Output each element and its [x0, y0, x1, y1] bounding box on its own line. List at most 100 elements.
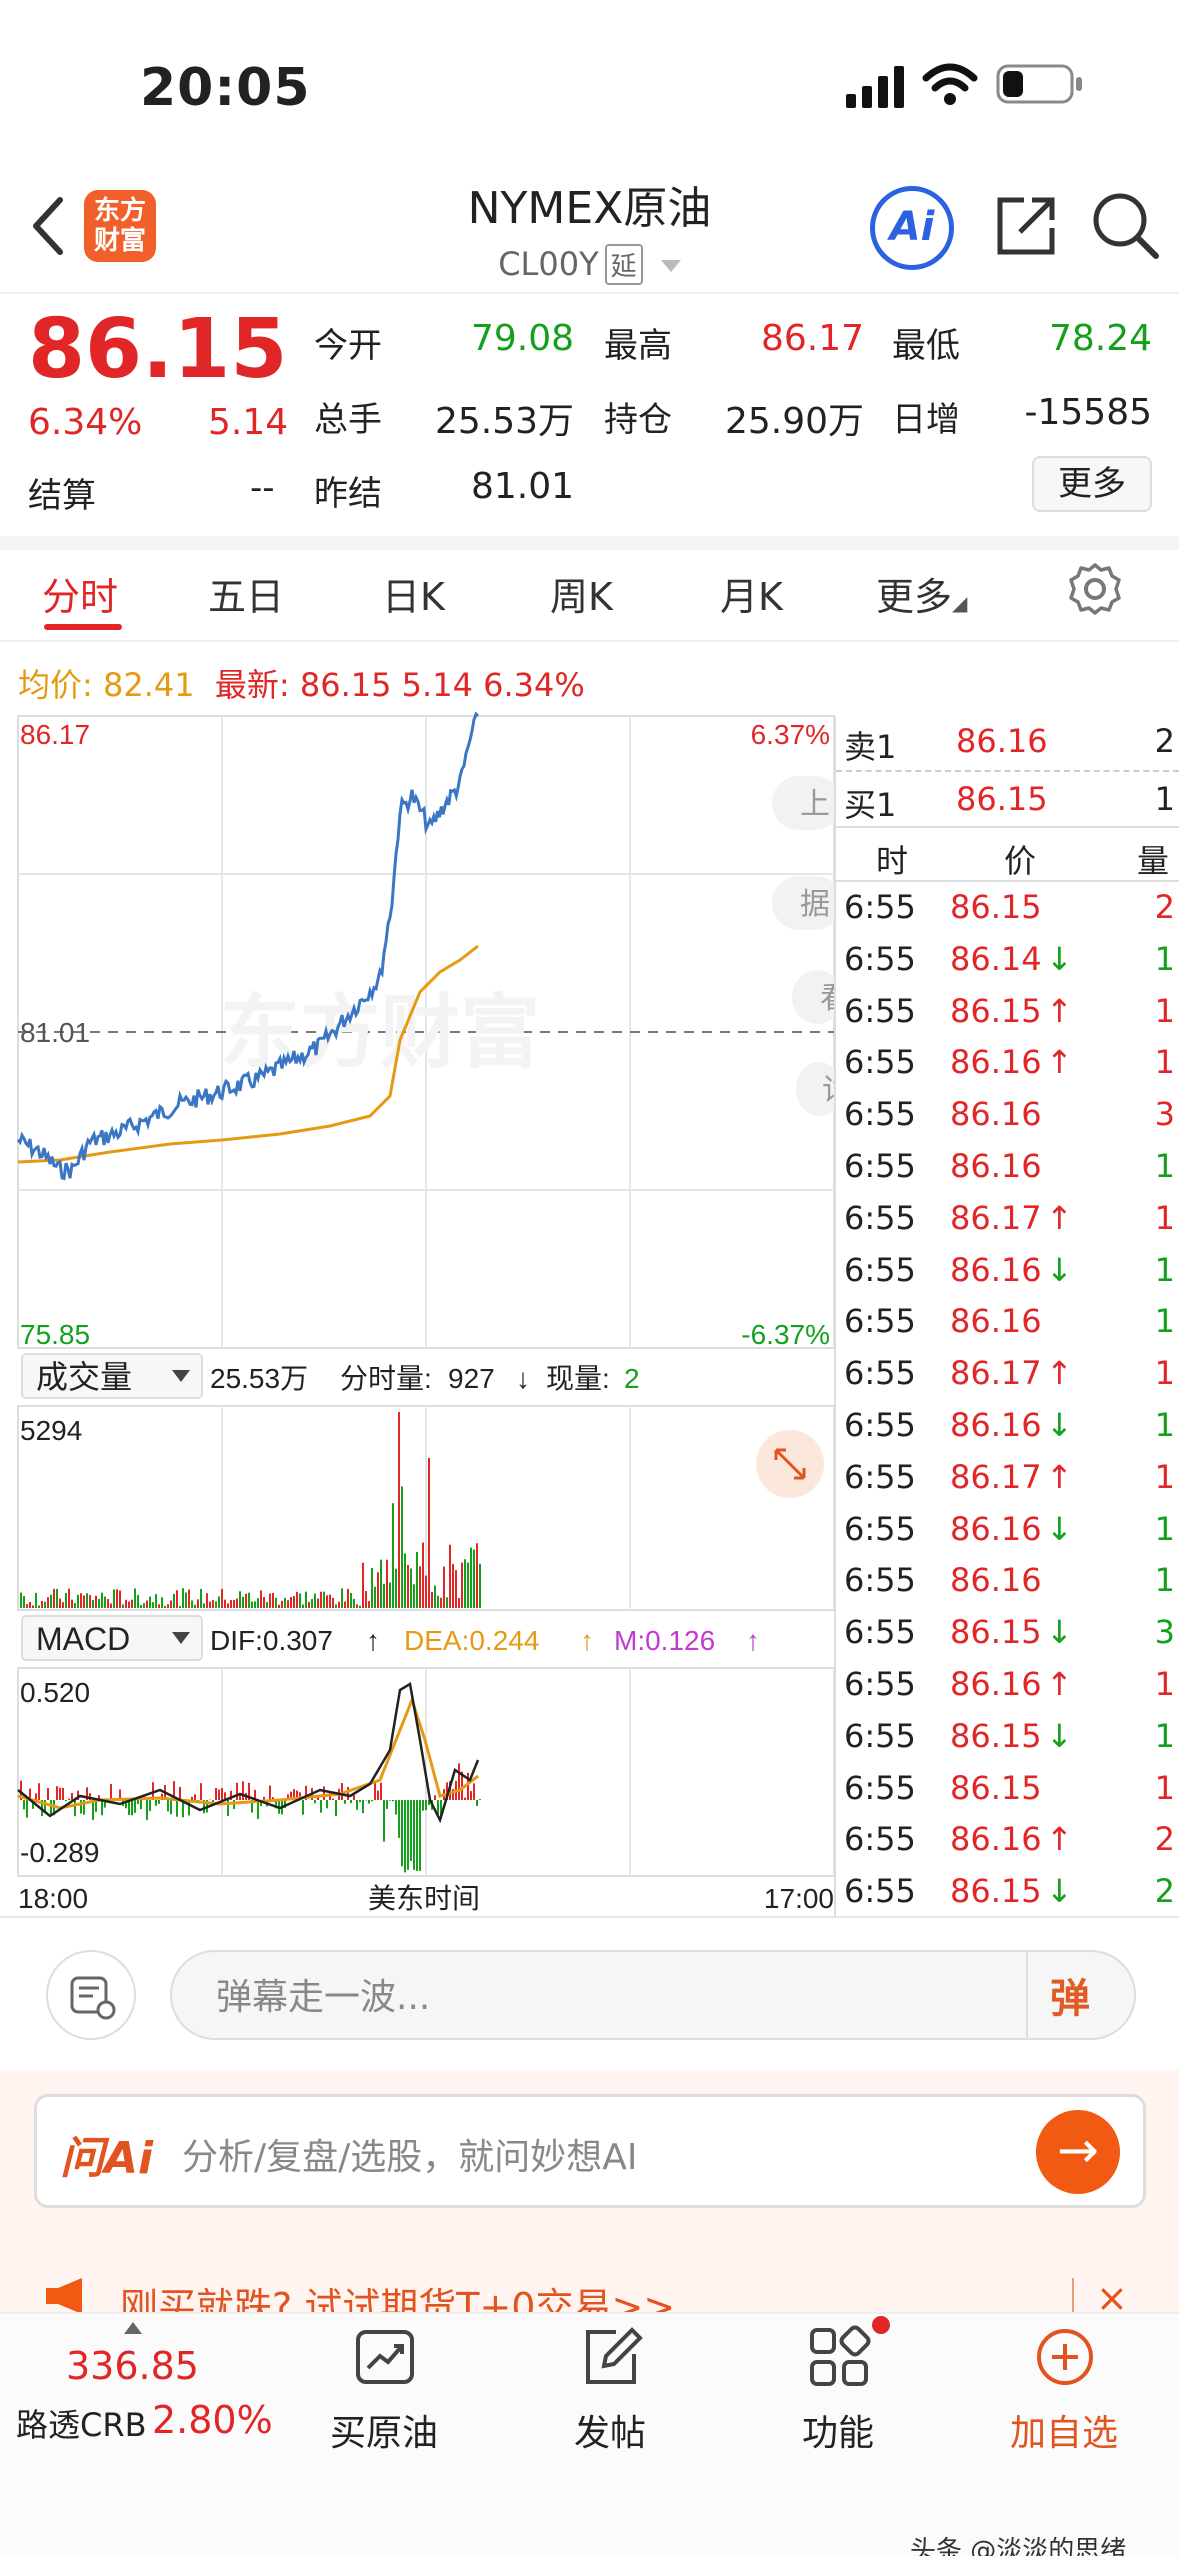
tab-weekly-k[interactable]: 周K	[550, 566, 613, 621]
volume-bar	[203, 1603, 205, 1608]
macd-bar	[215, 1787, 217, 1800]
trade-qty: 1	[1154, 1561, 1175, 1600]
macd-bar	[74, 1800, 76, 1817]
macd-bar	[353, 1795, 355, 1800]
volume-bar	[209, 1601, 211, 1608]
volume-bar	[398, 1412, 400, 1608]
trade-qty: 2	[1154, 1820, 1175, 1859]
macd-bar	[221, 1788, 223, 1800]
nav-functions[interactable]: 功能	[748, 2404, 928, 2456]
danmu-toggle[interactable]	[46, 1950, 136, 2040]
trade-time: 6:55	[844, 991, 916, 1030]
crb-index-value[interactable]: 336.85	[66, 2344, 199, 2388]
delayed-tag: 延	[604, 244, 643, 285]
tab-five-day[interactable]: 五日	[208, 566, 284, 621]
pct-axis-min: -6.37%	[741, 1319, 830, 1350]
volume-bar	[128, 1601, 130, 1608]
macd-bar	[416, 1800, 418, 1871]
grid-apps-icon	[810, 2325, 871, 2386]
volume-bar	[200, 1588, 202, 1608]
macd-bar	[392, 1800, 394, 1802]
time-axis-end: 17:00	[764, 1883, 834, 1914]
arrow-up-icon: ↑	[1046, 1198, 1073, 1237]
trade-qty: 1	[1154, 1198, 1175, 1237]
volume-bar	[371, 1568, 373, 1608]
more-quote-button[interactable]: 更多	[1032, 456, 1152, 512]
book-divider	[836, 826, 1179, 828]
search-icon[interactable]	[1090, 190, 1162, 262]
add-circle-icon	[1037, 2329, 1093, 2385]
avg-value: 82.41	[102, 666, 195, 704]
macd-bar	[404, 1800, 406, 1873]
ai-ask-placeholder: 分析/复盘/选股，就问妙想AI	[182, 2137, 638, 2178]
share-icon[interactable]	[990, 190, 1062, 262]
volume-bar	[443, 1566, 445, 1608]
trade-time: 6:55	[844, 939, 916, 978]
bid-label: 买1	[844, 786, 897, 824]
macd-bar	[35, 1793, 37, 1800]
megaphone-icon	[46, 2278, 82, 2314]
low-label: 最低	[892, 326, 960, 366]
volume-bar	[407, 1565, 409, 1608]
danmu-divider	[1026, 1952, 1028, 2038]
volume-bar	[344, 1601, 346, 1608]
buy-chart-icon	[356, 2330, 414, 2384]
volume-bar	[374, 1586, 376, 1608]
volume-bar	[254, 1601, 256, 1608]
volume-bar	[473, 1549, 475, 1608]
source-watermark: 头条 @淡淡的思绪	[910, 2536, 1127, 2556]
tab-intraday[interactable]: 分时	[42, 566, 118, 621]
tab-monthly-k[interactable]: 月K	[720, 566, 783, 621]
macd-bar	[434, 1795, 436, 1800]
volume-bars	[20, 1412, 481, 1608]
gear-icon[interactable]	[1068, 562, 1122, 616]
volume-bar	[401, 1486, 403, 1608]
macd-bar	[473, 1783, 475, 1800]
ai-button[interactable]: Ai	[870, 186, 954, 270]
volume-bar	[383, 1583, 385, 1608]
tab-more[interactable]: 更多◢	[876, 566, 967, 621]
cellular-signal-icon	[846, 66, 904, 108]
wifi-icon	[922, 63, 978, 105]
macd-bar	[137, 1800, 139, 1805]
trade-price: 86.15	[950, 1613, 1042, 1652]
tab-daily-k[interactable]: 日K	[382, 566, 445, 621]
arrow-down-icon: ↓	[1046, 1406, 1073, 1444]
bid-price: 86.15	[956, 780, 1048, 818]
trade-qty: 3	[1154, 1095, 1175, 1134]
intraday-chart[interactable]: 东方财富 86.17 75.85 81.01 6.37% -6.37% 上 据 …	[0, 700, 836, 1920]
volume-bar	[161, 1597, 163, 1608]
danmu-send-button[interactable]: 弹	[1050, 1966, 1090, 2024]
volume-bar	[227, 1603, 229, 1608]
volume-bar	[176, 1590, 178, 1608]
trade-qty: 1	[1154, 1354, 1175, 1393]
nav-buy-crude[interactable]: 买原油	[294, 2404, 474, 2456]
current-volume-label: 现量:	[546, 1363, 610, 1394]
volume-bar	[368, 1601, 370, 1608]
macd-bar	[470, 1791, 472, 1800]
macd-bar	[320, 1800, 322, 1813]
trade-time: 6:55	[844, 1406, 916, 1444]
status-time: 20:05	[140, 58, 311, 118]
trade-qty: 1	[1154, 1457, 1175, 1496]
volume-bar	[455, 1570, 457, 1608]
volume-bar	[341, 1588, 343, 1608]
nav-add-watchlist[interactable]: 加自选	[974, 2404, 1154, 2456]
volume-bar	[185, 1592, 187, 1608]
volume-bar	[308, 1601, 310, 1608]
volume-bar	[431, 1592, 433, 1608]
volume-bar	[167, 1604, 169, 1608]
tab-more-label: 更多	[876, 575, 953, 619]
macd-bar	[350, 1800, 352, 1804]
volume-bar	[50, 1594, 52, 1608]
ai-go-button[interactable]: →	[1036, 2110, 1120, 2194]
trade-time: 6:55	[844, 1354, 916, 1393]
daily-increase-label: 日增	[892, 400, 960, 440]
arrow-down-icon: ↓	[1046, 1613, 1073, 1652]
volume-bar	[131, 1599, 133, 1608]
section-divider	[0, 536, 1179, 550]
macd-bar	[395, 1800, 397, 1815]
arrow-down-icon: ↓	[1046, 1509, 1073, 1548]
nav-post[interactable]: 发帖	[520, 2404, 700, 2456]
macd-bar	[191, 1796, 193, 1800]
